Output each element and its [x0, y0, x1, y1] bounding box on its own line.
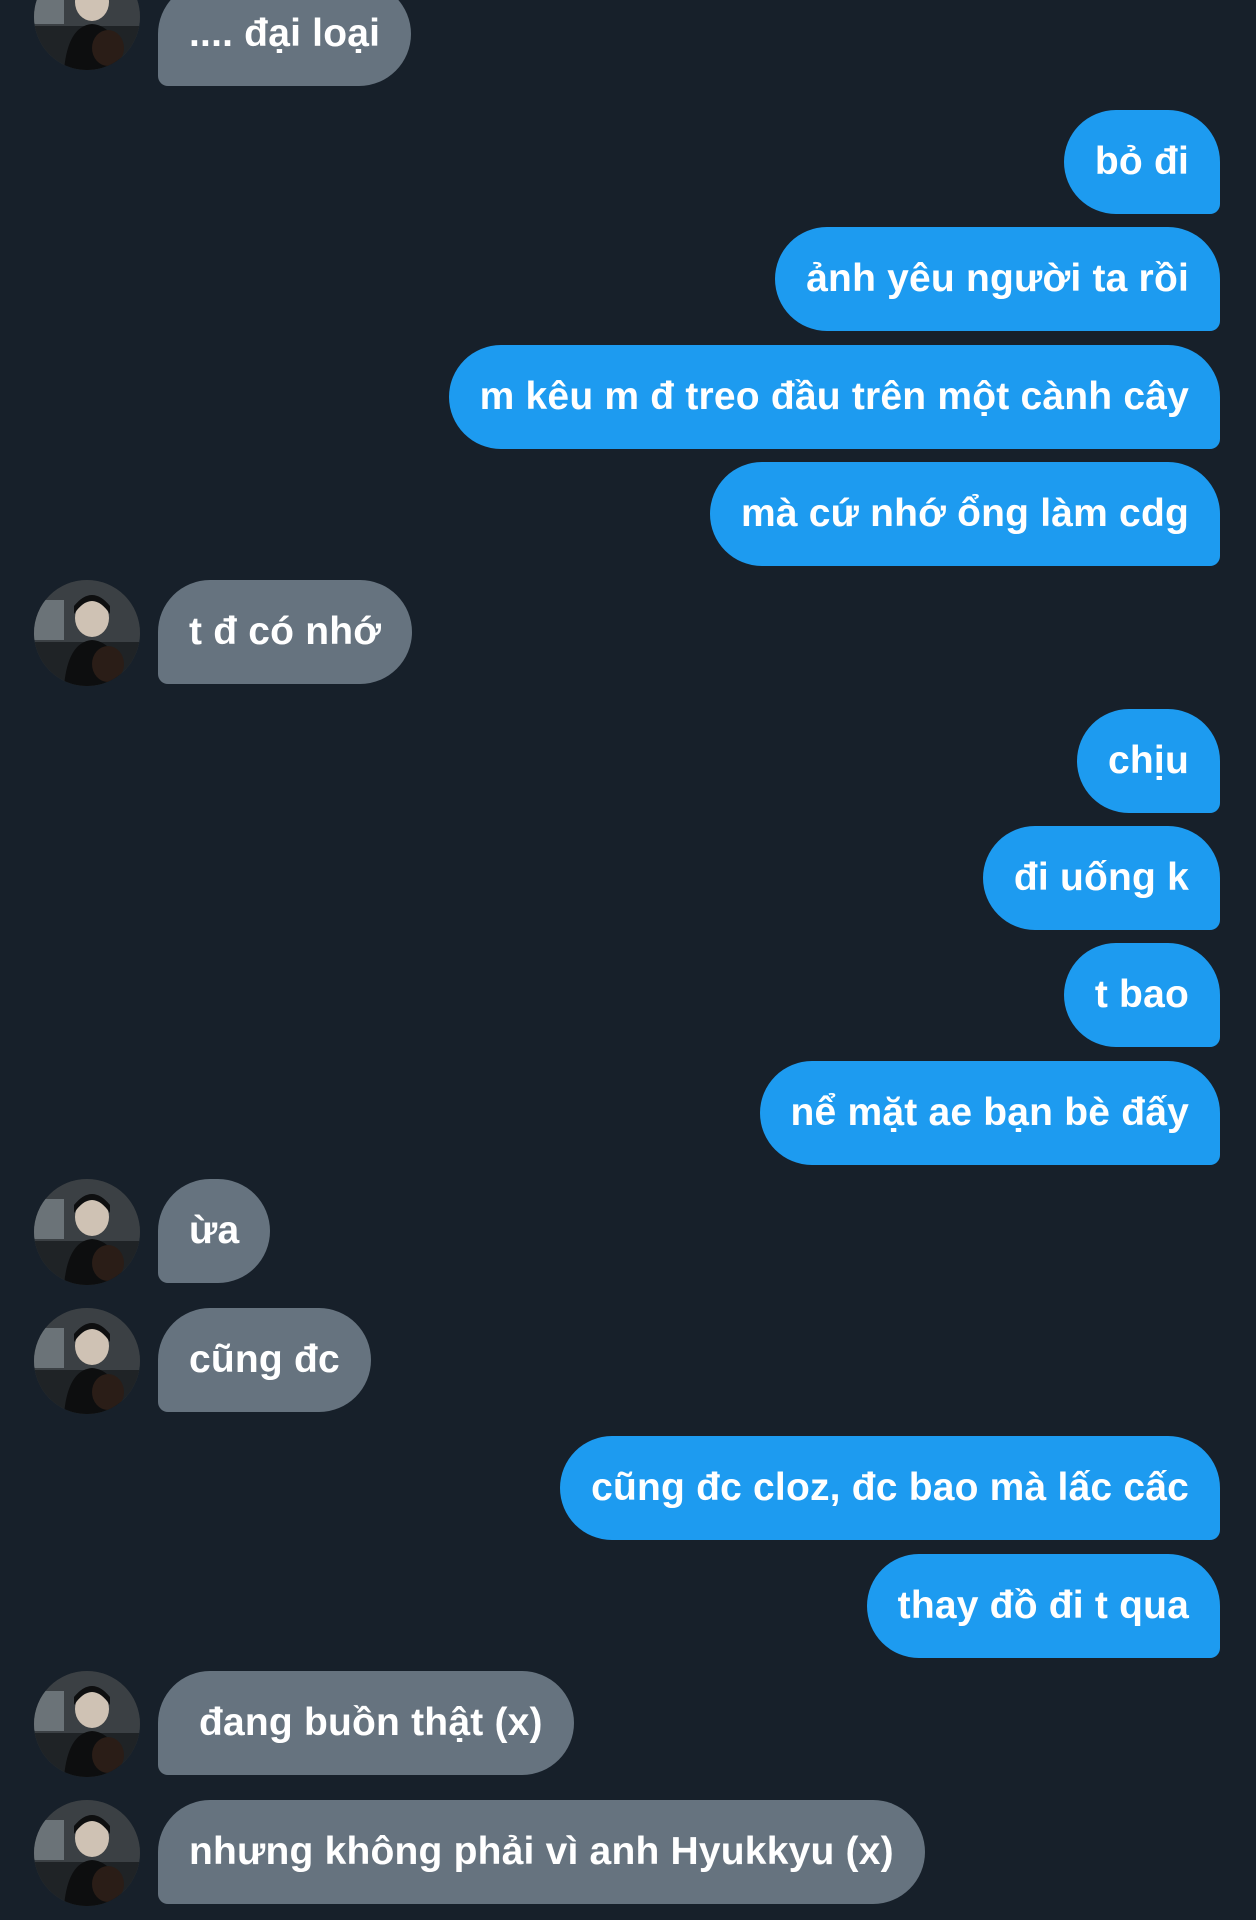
message-bubble-outgoing[interactable]: m kêu m đ treo đầu trên một cành cây — [448, 345, 1220, 449]
message-bubble-outgoing[interactable]: chịu — [1077, 709, 1220, 813]
message-bubble-outgoing[interactable]: mà cứ nhớ ổng làm cdg — [709, 462, 1220, 566]
message-bubble-outgoing[interactable]: đi uống k — [982, 826, 1220, 930]
message-bubble-outgoing[interactable]: thay đồ đi t qua — [866, 1554, 1220, 1658]
message-bubble-incoming[interactable]: t đ có nhớ — [158, 580, 413, 684]
avatar-photo-icon — [34, 1800, 140, 1906]
contact-avatar[interactable] — [34, 1800, 140, 1906]
avatar-photo-icon — [34, 0, 140, 70]
message-bubble-incoming[interactable]: cũng đc — [158, 1308, 371, 1412]
avatar-photo-icon — [34, 580, 140, 686]
message-bubble-outgoing[interactable]: bỏ đi — [1063, 110, 1220, 214]
message-bubble-outgoing[interactable]: cũng đc cloz, đc bao mà lấc cấc — [560, 1436, 1220, 1540]
message-bubble-incoming[interactable]: ừa — [158, 1179, 271, 1283]
contact-avatar[interactable] — [34, 0, 140, 70]
message-bubble-incoming[interactable]: đang buồn thật (x) — [158, 1671, 574, 1775]
message-bubble-incoming[interactable]: nhưng không phải vì anh Hyukkyu (x) — [158, 1800, 925, 1904]
avatar-photo-icon — [34, 1179, 140, 1285]
avatar-photo-icon — [34, 1308, 140, 1414]
message-bubble-outgoing[interactable]: t bao — [1063, 943, 1220, 1047]
contact-avatar[interactable] — [34, 1671, 140, 1777]
message-bubble-outgoing[interactable]: ảnh yêu người ta rồi — [775, 227, 1220, 331]
contact-avatar[interactable] — [34, 580, 140, 686]
message-bubble-incoming[interactable]: .... đại loại — [158, 0, 412, 86]
chat-thread[interactable]: .... đại loại bỏ đi ảnh yêu người ta rồi… — [0, 0, 1256, 1920]
contact-avatar[interactable] — [34, 1179, 140, 1285]
message-bubble-outgoing[interactable]: nể mặt ae bạn bè đấy — [759, 1061, 1220, 1165]
contact-avatar[interactable] — [34, 1308, 140, 1414]
avatar-photo-icon — [34, 1671, 140, 1777]
